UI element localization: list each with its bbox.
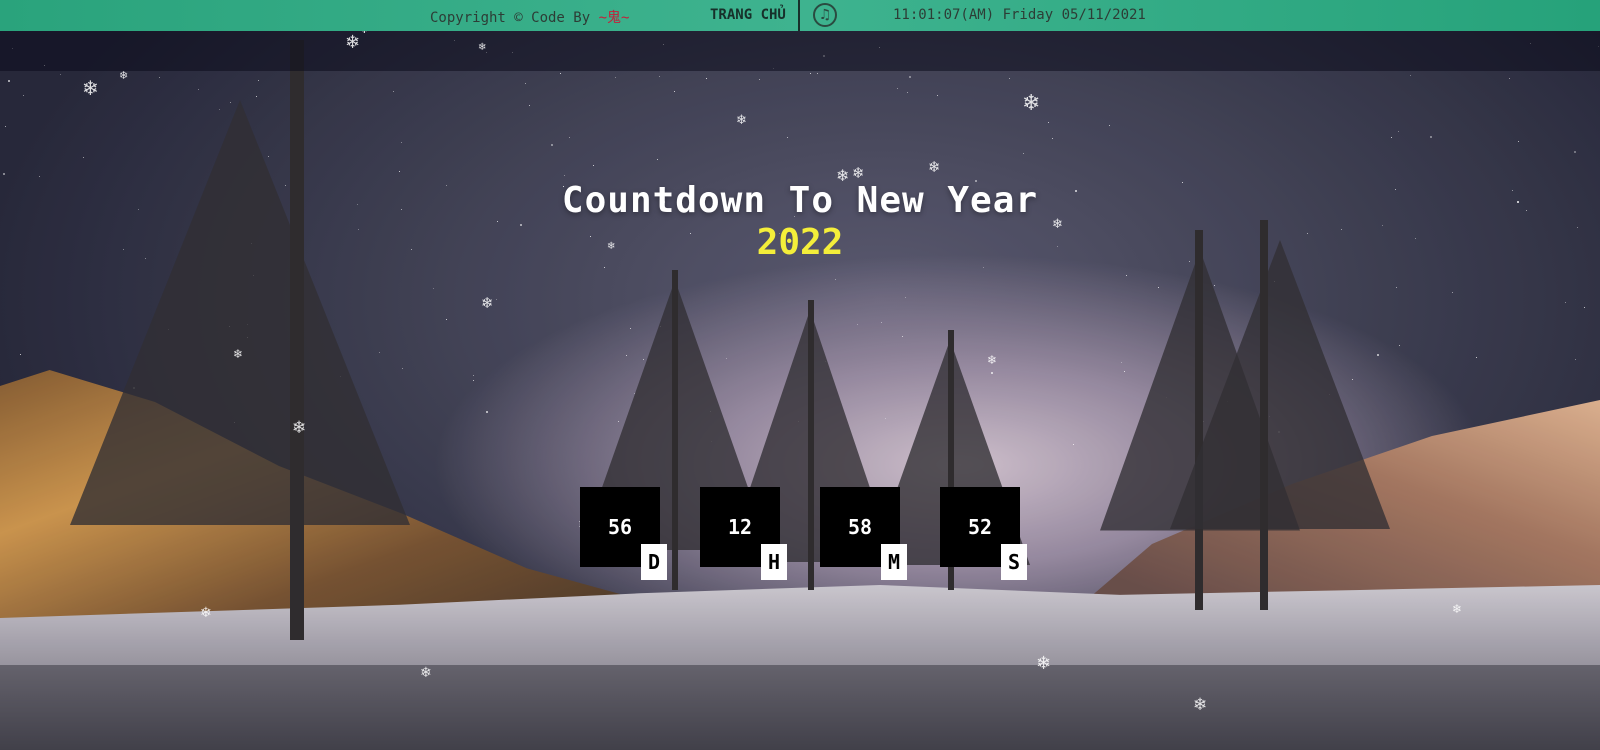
countdown-hours: 12 H (700, 487, 787, 580)
copyright-prefix: Copyright © Code By (430, 10, 599, 26)
countdown-minutes-value: 58 (847, 515, 873, 539)
countdown-minutes: 58 M (820, 487, 907, 580)
clock-datetime: 11:01:07(AM) Friday 05/11/2021 (893, 7, 1146, 23)
countdown-days-unit: D (641, 544, 667, 580)
snowflake-icon: ❄ (200, 605, 212, 621)
page-title: Countdown To New Year (561, 180, 1039, 221)
snowflake-icon: ❄ (345, 32, 361, 53)
countdown-seconds-unit: S (1001, 544, 1027, 580)
countdown-days: 56 D (580, 487, 667, 580)
snowflake-icon: ❄ (852, 164, 865, 182)
snowflake-icon: ❄ (1193, 695, 1208, 715)
snowflake-icon: ❄ (478, 42, 487, 53)
snowflake-icon: ❄ (1022, 91, 1041, 116)
background-scene: ❄ ❄ ❄ ❄ ❄ ❄ ❄ ❄ ❄ ❄ ❄ ❄ ❄ ❄ ❄ ❄ ❄ ❄ ❄ ❄ … (0, 0, 1600, 750)
divider (798, 0, 800, 31)
snowflake-icon: ❄ (82, 76, 99, 100)
snowflake-icon: ❄ (420, 665, 432, 681)
countdown-seconds: 52 S (940, 487, 1027, 580)
countdown-seconds-value: 52 (967, 515, 993, 539)
snowflake-icon: ❄ (1036, 653, 1052, 674)
snowflake-icon: ❄ (928, 158, 941, 176)
snowflake-icon: ❄ (987, 353, 998, 367)
music-note-icon[interactable]: ♫ (813, 3, 837, 27)
snowflake-icon: ❄ (292, 418, 307, 438)
countdown-hours-unit: H (761, 544, 787, 580)
snowflake-icon: ❄ (481, 294, 494, 312)
copyright-text: Copyright © Code By ~鬼~ (430, 7, 629, 27)
snowflake-icon: ❄ (1452, 602, 1463, 616)
footer-shade (0, 665, 1600, 750)
snowflake-icon: ❄ (119, 69, 129, 82)
countdown-hours-value: 12 (727, 515, 753, 539)
content-panel (0, 71, 1600, 665)
snowflake-icon: ❄ (233, 347, 244, 361)
target-year: 2022 (756, 222, 844, 263)
header-shade (0, 31, 1600, 71)
home-link[interactable]: TRANG CHỦ (710, 7, 786, 23)
author-name: ~鬼~ (598, 10, 630, 26)
countdown-minutes-unit: M (881, 544, 907, 580)
countdown-days-value: 56 (607, 515, 633, 539)
snowflake-icon: ❄ (736, 113, 747, 128)
top-bar: Copyright © Code By ~鬼~ TRANG CHỦ ♫ 11:0… (0, 0, 1600, 31)
